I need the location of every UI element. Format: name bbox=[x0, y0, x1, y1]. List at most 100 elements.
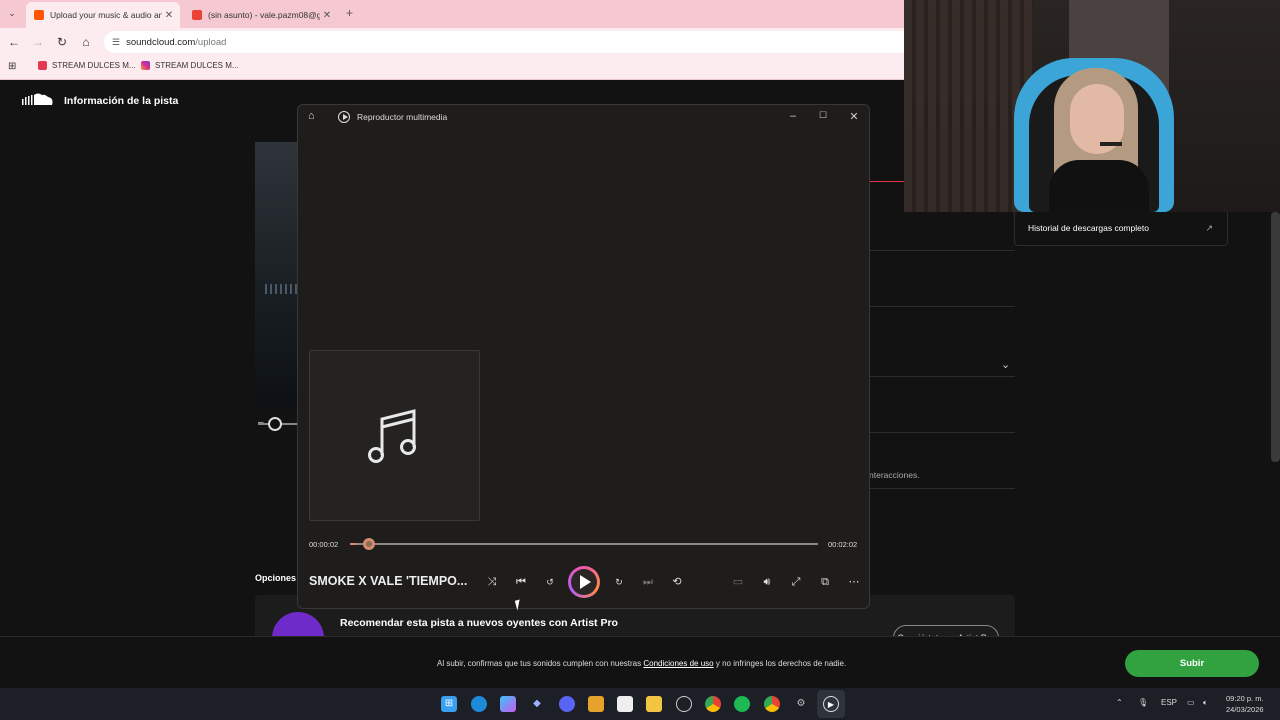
language-indicator[interactable]: ESP bbox=[1161, 698, 1177, 707]
tab-title: (sin asunto) - vale.pazm08@gm bbox=[208, 10, 320, 20]
mini-player-icon[interactable]: ⧉ bbox=[816, 574, 834, 590]
zoom-out-icon[interactable]: – bbox=[258, 417, 264, 428]
notepad-icon[interactable] bbox=[617, 696, 633, 712]
settings-gear-icon[interactable]: ⚙ bbox=[793, 696, 809, 712]
tab-gmail[interactable]: (sin asunto) - vale.pazm08@gm ✕ bbox=[184, 2, 338, 28]
bookmark-1[interactable]: STREAM DULCES M... bbox=[38, 61, 136, 70]
page-scrollbar[interactable] bbox=[1271, 212, 1280, 462]
more-options-icon[interactable]: ⋯ bbox=[845, 574, 863, 590]
address-bar[interactable]: ☰ soundcloud.com/upload bbox=[104, 31, 904, 53]
upload-footer: Al subir, confirmas que tus sonidos cump… bbox=[0, 636, 1280, 688]
submit-button[interactable]: Subir bbox=[1125, 650, 1259, 677]
url-host: soundcloud.com bbox=[126, 36, 196, 48]
rewind-10-icon[interactable]: ↺ bbox=[541, 574, 559, 590]
fl-studio-icon[interactable] bbox=[588, 696, 604, 712]
shuffle-icon[interactable]: ⤨ bbox=[483, 574, 501, 590]
player-title-bar: ⌂ Reproductor multimedia – ☐ ✕ bbox=[298, 105, 869, 129]
volume-tray-icon[interactable]: 🔈︎ bbox=[1203, 698, 1208, 708]
seek-handle[interactable] bbox=[363, 538, 375, 550]
back-icon[interactable]: ← bbox=[6, 34, 22, 50]
terms-suffix: y no infringes los derechos de nadie. bbox=[715, 659, 847, 668]
youtube-icon bbox=[38, 61, 47, 70]
tab-underline bbox=[869, 181, 905, 182]
bookmarks-bar: ⊞ STREAM DULCES M... STREAM DULCES M... bbox=[0, 56, 904, 80]
repeat-off-icon[interactable]: ⟲ bbox=[668, 574, 686, 590]
app-icon[interactable]: ◆ bbox=[529, 696, 545, 712]
chrome-icon[interactable] bbox=[705, 696, 721, 712]
tray-overflow-icon[interactable]: ⌃ bbox=[1116, 698, 1123, 707]
total-time: 00:02:02 bbox=[828, 540, 858, 549]
webcam-person-body bbox=[1049, 160, 1149, 212]
windows-taskbar: ⊞ ◆ ⚙ ▶ ⌃ 🎙︎ ESP ▭ 🔈︎ 09:20 p. m. 24/03/… bbox=[0, 688, 1280, 720]
bookmark-label: STREAM DULCES M... bbox=[52, 61, 136, 70]
seek-progress bbox=[350, 543, 357, 545]
chevron-down-icon[interactable]: ⌄ bbox=[1001, 358, 1010, 371]
player-app-name: Reproductor multimedia bbox=[357, 112, 448, 122]
media-player-logo-icon bbox=[338, 111, 350, 123]
next-icon[interactable]: ⏭ bbox=[639, 574, 657, 590]
external-link-icon: ↗ bbox=[1205, 223, 1213, 233]
volume-icon[interactable]: 🔊︎ bbox=[758, 574, 776, 590]
copilot-icon[interactable] bbox=[500, 696, 516, 712]
download-history-link[interactable]: Historial de descargas completo ↗ bbox=[1014, 210, 1228, 246]
close-icon[interactable]: ✕ bbox=[847, 110, 861, 123]
webcam-headset-mic bbox=[1100, 142, 1122, 146]
current-time: 00:00:02 bbox=[309, 540, 339, 549]
browser-toolbar: ← → ↻ ⌂ ☰ soundcloud.com/upload bbox=[0, 28, 904, 56]
tab-title: Upload your music & audio an bbox=[50, 10, 162, 20]
divider bbox=[869, 432, 1015, 433]
song-title: SMOKE X VALE 'TIEMPO... bbox=[309, 574, 468, 588]
options-heading: Opciones bbox=[255, 573, 297, 583]
browser-tab-bar: ⌄ Upload your music & audio an ✕ (sin as… bbox=[0, 0, 904, 28]
divider bbox=[869, 250, 1015, 251]
reload-icon[interactable]: ↻ bbox=[54, 34, 70, 50]
divider bbox=[869, 376, 1015, 377]
previous-icon[interactable]: ⏮ bbox=[512, 574, 530, 590]
terms-prefix: Al subir, confirmas que tus sonidos cump… bbox=[437, 659, 642, 668]
close-tab-icon[interactable]: ✕ bbox=[162, 10, 176, 21]
soundcloud-logo-icon[interactable] bbox=[22, 92, 54, 106]
bookmark-label: STREAM DULCES M... bbox=[155, 61, 239, 70]
microphone-icon[interactable]: 🎙︎ bbox=[1138, 698, 1148, 707]
spotify-icon[interactable] bbox=[734, 696, 750, 712]
home-icon[interactable]: ⌂ bbox=[78, 34, 94, 50]
tab-search-icon[interactable]: ⌄ bbox=[4, 5, 20, 21]
file-explorer-icon[interactable] bbox=[646, 696, 662, 712]
network-icon[interactable]: ▭ bbox=[1187, 698, 1195, 707]
new-tab-button[interactable]: + bbox=[346, 6, 353, 20]
forward-icon[interactable]: → bbox=[30, 34, 46, 50]
chrome-profile-icon[interactable] bbox=[764, 696, 780, 712]
soundcloud-icon bbox=[34, 10, 44, 20]
minimize-icon[interactable]: – bbox=[786, 110, 800, 122]
track-artwork bbox=[255, 142, 300, 407]
maximize-icon[interactable]: ☐ bbox=[816, 110, 830, 121]
system-clock[interactable]: 09:20 p. m. 24/03/2026 bbox=[1226, 693, 1264, 715]
album-art-placeholder bbox=[309, 350, 480, 521]
home-icon[interactable]: ⌂ bbox=[308, 110, 315, 122]
close-tab-icon[interactable]: ✕ bbox=[320, 10, 334, 21]
media-player-taskbar-icon[interactable]: ▶ bbox=[823, 696, 839, 712]
url-path: /upload bbox=[195, 36, 227, 48]
clock-time: 09:20 p. m. bbox=[1226, 694, 1264, 703]
artwork-lights bbox=[265, 284, 297, 294]
forward-30-icon[interactable]: ↻ bbox=[610, 574, 628, 590]
obs-icon[interactable] bbox=[676, 696, 692, 712]
page-title: Información de la pista bbox=[64, 95, 179, 107]
edge-icon[interactable] bbox=[471, 696, 487, 712]
apps-grid-icon[interactable]: ⊞ bbox=[8, 61, 16, 72]
terms-link[interactable]: Condiciones de uso bbox=[643, 659, 713, 668]
bookmark-2[interactable]: STREAM DULCES M... bbox=[141, 61, 239, 70]
start-icon[interactable]: ⊞ bbox=[441, 696, 457, 712]
play-button[interactable] bbox=[568, 566, 600, 598]
discord-icon[interactable] bbox=[559, 696, 575, 712]
site-settings-icon[interactable]: ☰ bbox=[112, 37, 120, 48]
media-player-window: ⌂ Reproductor multimedia – ☐ ✕ 00:00:02 … bbox=[297, 104, 870, 609]
divider bbox=[869, 306, 1015, 307]
subtitles-icon[interactable]: ▭ bbox=[729, 574, 747, 590]
fullscreen-icon[interactable]: ⤢ bbox=[787, 574, 805, 590]
seek-bar[interactable] bbox=[350, 538, 818, 550]
music-note-icon bbox=[368, 409, 416, 463]
tab-soundcloud[interactable]: Upload your music & audio an ✕ bbox=[26, 2, 180, 28]
screen: ⌄ Upload your music & audio an ✕ (sin as… bbox=[0, 0, 1280, 720]
artwork-zoom-slider[interactable] bbox=[268, 417, 282, 431]
